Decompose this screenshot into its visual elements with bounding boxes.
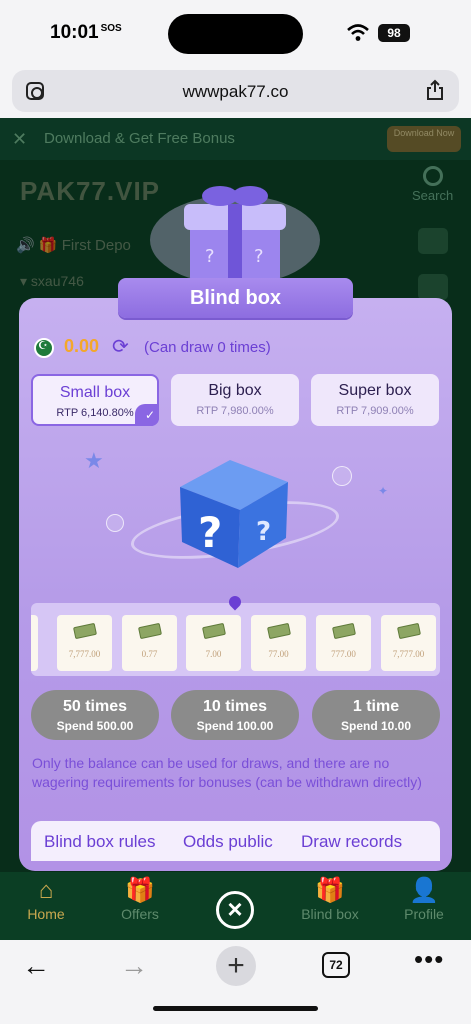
prize-value: 777.00 bbox=[331, 649, 356, 659]
tab-label: Big box bbox=[208, 382, 262, 399]
prize-value: 0 bbox=[31, 649, 38, 659]
balance-amount: 0.00 bbox=[64, 336, 100, 356]
cash-icon bbox=[137, 622, 162, 640]
status-bar: 10:01 SOS 98 bbox=[0, 0, 471, 66]
prize-card: 777.00 bbox=[316, 615, 371, 671]
forward-icon[interactable]: → bbox=[120, 950, 148, 982]
bubble-decoration bbox=[332, 466, 352, 486]
tab-small-box[interactable]: Small box RTP 6,140.80% ✓ bbox=[31, 374, 159, 426]
nav-blind-box[interactable]: 🎁 Blind box bbox=[290, 876, 370, 922]
nav-offers-label: Offers bbox=[121, 906, 159, 922]
modal-title: Blind box bbox=[118, 278, 353, 318]
nav-home[interactable]: ⌂ Home bbox=[6, 876, 86, 922]
blind-box-icon: 🎁 bbox=[315, 877, 345, 904]
draw-10-times-button[interactable]: 10 times Spend 100.00 bbox=[171, 690, 299, 740]
draw-count-text: (Can draw 0 times) bbox=[144, 339, 271, 356]
draw-50-times-button[interactable]: 50 times Spend 500.00 bbox=[31, 690, 159, 740]
draw-1-time-button[interactable]: 1 time Spend 10.00 bbox=[312, 690, 440, 740]
url-text[interactable]: wwwpak77.co bbox=[12, 82, 459, 102]
tabs-icon[interactable]: 72 bbox=[322, 952, 350, 978]
tab-label: Super box bbox=[338, 382, 412, 399]
prize-value: 77.00 bbox=[268, 649, 289, 659]
battery-icon: 98 bbox=[378, 24, 410, 42]
draw-times: 1 time bbox=[352, 698, 400, 715]
close-modal-icon[interactable]: × bbox=[216, 891, 254, 929]
modal-links-bar: Blind box rules Odds public Draw records bbox=[31, 821, 440, 861]
draw-records-link[interactable]: Draw records bbox=[301, 832, 402, 852]
nav-blind-box-label: Blind box bbox=[301, 906, 359, 922]
draw-times: 50 times bbox=[62, 698, 128, 715]
mystery-cube-icon: ? ? bbox=[180, 460, 288, 568]
checkmark-icon: ✓ bbox=[135, 404, 159, 426]
nav-offers[interactable]: 🎁 Offers bbox=[100, 876, 180, 922]
back-icon[interactable]: ← bbox=[22, 950, 50, 982]
cash-icon bbox=[201, 622, 226, 640]
star-icon: ★ bbox=[84, 448, 104, 473]
nav-home-label: Home bbox=[27, 906, 65, 922]
tab-big-box[interactable]: Big box RTP 7,980.00% bbox=[171, 374, 299, 426]
share-icon[interactable] bbox=[425, 79, 445, 101]
status-time: 10:01 SOS bbox=[50, 22, 122, 43]
svg-text:?: ? bbox=[205, 246, 215, 267]
address-bar[interactable]: wwwpak77.co bbox=[12, 70, 459, 112]
draw-notice: Only the balance can be used for draws, … bbox=[32, 755, 422, 790]
pakistan-flag-icon bbox=[34, 338, 54, 358]
sos-indicator: SOS bbox=[100, 22, 122, 34]
cash-icon bbox=[72, 622, 97, 640]
prize-card: 0 bbox=[31, 615, 38, 671]
prize-card: 77.00 bbox=[251, 615, 306, 671]
prize-card: 0.77 bbox=[122, 615, 177, 671]
prize-value: 0.77 bbox=[141, 649, 158, 659]
odds-public-link[interactable]: Odds public bbox=[183, 832, 273, 852]
more-icon[interactable]: ••• bbox=[414, 944, 444, 975]
draw-spend: Spend 500.00 bbox=[56, 719, 134, 733]
nav-profile[interactable]: 👤 Profile bbox=[384, 876, 464, 922]
blind-box-rules-link[interactable]: Blind box rules bbox=[44, 832, 156, 852]
cash-icon bbox=[331, 622, 356, 640]
prize-card: 7,777.00 bbox=[381, 615, 436, 671]
draw-spend: Spend 100.00 bbox=[196, 719, 274, 733]
browser-toolbar: ← → + 72 ••• bbox=[0, 940, 471, 1024]
bubble-decoration bbox=[106, 514, 124, 532]
nav-profile-label: Profile bbox=[404, 906, 444, 922]
dynamic-island bbox=[168, 14, 303, 54]
refresh-icon[interactable]: ⟳ bbox=[112, 336, 129, 358]
tab-rtp: RTP 7,980.00% bbox=[196, 405, 274, 417]
svg-text:?: ? bbox=[254, 246, 264, 267]
prize-card: 7.00 bbox=[186, 615, 241, 671]
tab-rtp: RTP 7,909.00% bbox=[336, 405, 414, 417]
cash-icon bbox=[396, 622, 421, 640]
wifi-icon bbox=[347, 24, 369, 41]
tab-super-box[interactable]: Super box RTP 7,909.00% bbox=[311, 374, 439, 426]
browser-address-area: wwwpak77.co bbox=[0, 66, 471, 118]
cash-icon bbox=[266, 622, 291, 640]
prize-value: 7,777.00 bbox=[392, 649, 425, 659]
new-tab-icon[interactable]: + bbox=[216, 946, 256, 986]
prize-card: 7,777.00 bbox=[57, 615, 112, 671]
home-icon: ⌂ bbox=[38, 877, 54, 904]
draw-spend: Spend 10.00 bbox=[340, 719, 412, 733]
star-icon: ✦ bbox=[378, 484, 389, 498]
draw-times: 10 times bbox=[202, 698, 268, 715]
gift-icon: 🎁 bbox=[125, 877, 155, 904]
prize-value: 7,777.00 bbox=[68, 649, 101, 659]
prize-carousel: 0 7,777.00 0.77 7.00 77.00 777.00 7,777.… bbox=[31, 603, 440, 676]
svg-text:?: ? bbox=[198, 508, 222, 557]
tab-label: Small box bbox=[59, 384, 131, 401]
profile-icon: 👤 bbox=[409, 877, 439, 904]
svg-text:?: ? bbox=[256, 517, 271, 547]
home-indicator bbox=[153, 1006, 318, 1011]
prize-value: 7.00 bbox=[205, 649, 222, 659]
